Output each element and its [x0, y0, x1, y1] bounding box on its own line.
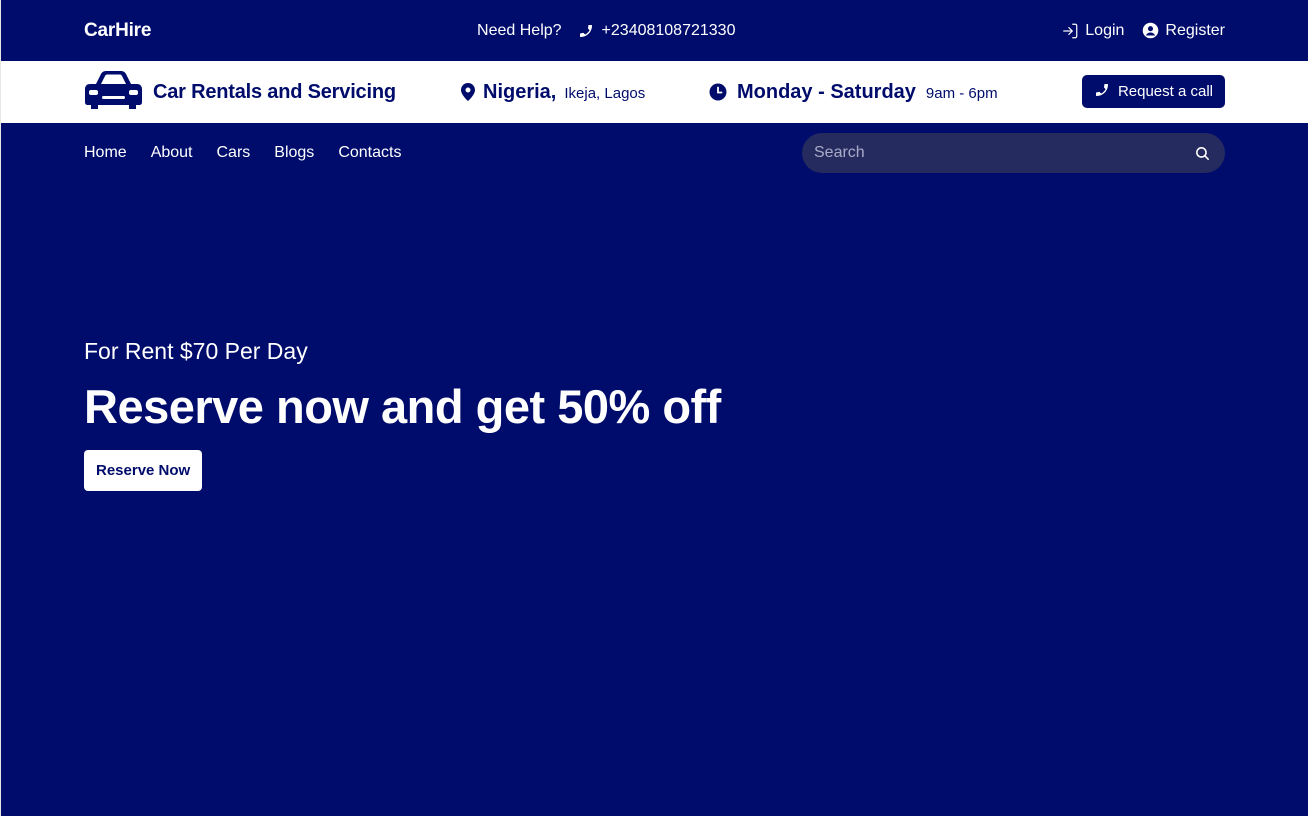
hero-subtitle: For Rent $70 Per Day [84, 338, 308, 364]
hero-title: Reserve now and get 50% off [84, 380, 721, 433]
auth-links: Login Register [1061, 22, 1225, 40]
map-pin-icon [461, 83, 475, 101]
help-label: Need Help? [477, 21, 562, 39]
main-nav: Home About Cars Blogs Contacts [1, 123, 1308, 183]
help-contact: Need Help? +23408108721330 [477, 22, 735, 40]
login-icon [1061, 22, 1079, 40]
page: CarHire Need Help? +23408108721330 Login… [0, 0, 1308, 816]
location-info: Nigeria, Ikeja, Lagos [461, 81, 645, 104]
nav-item-about[interactable]: About [151, 144, 193, 162]
login-label: Login [1085, 21, 1125, 39]
car-icon [84, 70, 143, 115]
site-title: Car Rentals and Servicing [153, 80, 396, 103]
nav-item-blogs[interactable]: Blogs [274, 144, 314, 162]
reserve-now-button[interactable]: Reserve Now [84, 450, 203, 491]
hero-section: For Rent $70 Per Day Reserve now and get… [84, 338, 721, 491]
business-hours: Monday - Saturday 9am - 6pm [709, 81, 998, 104]
phone-icon [1094, 82, 1110, 102]
info-bar: Car Rentals and Servicing Nigeria, Ikeja… [1, 61, 1308, 123]
request-call-button[interactable]: Request a call [1081, 75, 1225, 108]
logo[interactable]: Car Rentals and Servicing [84, 70, 396, 115]
search-input[interactable] [814, 144, 1194, 162]
search-icon[interactable] [1194, 145, 1211, 162]
register-link[interactable]: Register [1142, 22, 1225, 40]
clock-icon [709, 83, 727, 101]
nav-item-cars[interactable]: Cars [217, 144, 251, 162]
business-days: Monday - Saturday [737, 80, 916, 103]
location-city: Ikeja, Lagos [564, 84, 646, 102]
request-call-label: Request a call [1117, 83, 1213, 100]
user-circle-icon [1142, 22, 1159, 39]
nav-item-home[interactable]: Home [84, 144, 127, 162]
nav-links: Home About Cars Blogs Contacts [84, 144, 401, 162]
location-country: Nigeria, [483, 80, 557, 103]
register-label: Register [1165, 21, 1225, 39]
search-bar [802, 133, 1225, 173]
nav-item-contacts[interactable]: Contacts [338, 144, 401, 162]
brand-name[interactable]: CarHire [84, 20, 151, 42]
login-link[interactable]: Login [1061, 22, 1124, 40]
top-bar: CarHire Need Help? +23408108721330 Login… [1, 0, 1308, 61]
business-time: 9am - 6pm [925, 84, 998, 102]
help-phone[interactable]: +23408108721330 [602, 22, 736, 40]
phone-icon [578, 23, 594, 39]
